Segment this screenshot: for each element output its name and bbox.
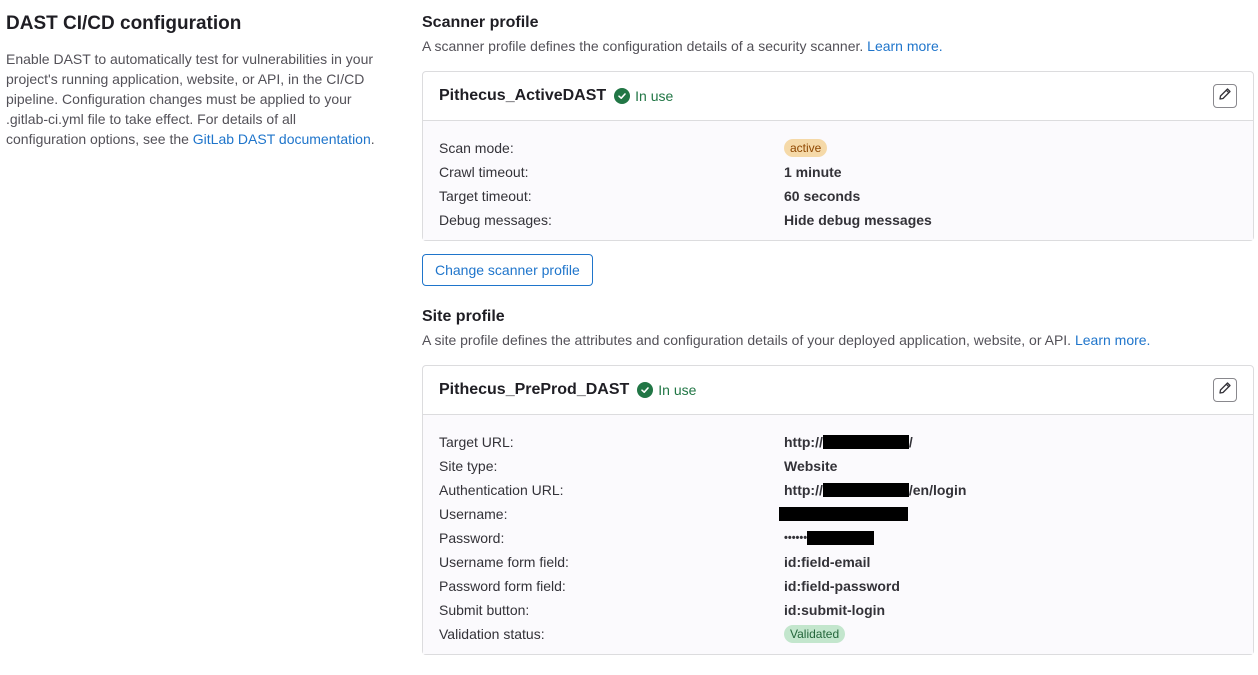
target-url-prefix: http:// <box>784 434 823 450</box>
scanner-desc-text: A scanner profile defines the configurat… <box>422 38 868 54</box>
check-circle-icon <box>637 382 654 398</box>
debug-messages-row: Debug messages: Hide debug messages <box>439 208 1237 232</box>
scanner-profile-description: A scanner profile defines the configurat… <box>422 36 1254 56</box>
target-timeout-row: Target timeout: 60 seconds <box>439 184 1237 208</box>
page-description: Enable DAST to automatically test for vu… <box>6 49 376 149</box>
submit-button-label: Submit button: <box>439 602 530 618</box>
password-form-field-row: Password form field: id:field-password <box>439 574 1237 598</box>
password-label: Password: <box>439 530 505 546</box>
profiles-column: Scanner profile A scanner profile define… <box>422 12 1254 655</box>
redacted-block <box>822 483 909 497</box>
username-form-field-value: id:field-email <box>784 554 871 570</box>
site-profile-name: Pithecus_PreProd_DAST <box>439 381 630 398</box>
site-learn-more-link[interactable]: Learn more. <box>1075 332 1150 348</box>
scanner-card-header: Pithecus_ActiveDAST In use <box>423 72 1253 121</box>
submit-button-value: id:submit-login <box>784 602 886 618</box>
validation-status-label: Validation status: <box>439 626 545 642</box>
edit-scanner-profile-button[interactable] <box>1213 84 1237 108</box>
validation-status-row: Validation status: Validated <box>439 622 1237 646</box>
site-in-use-status: In use <box>637 382 696 398</box>
submit-button-row: Submit button: id:submit-login <box>439 598 1237 622</box>
scan-mode-badge: active <box>784 139 828 157</box>
debug-messages-value: Hide debug messages <box>784 212 932 228</box>
validated-badge: Validated <box>784 625 846 643</box>
auth-url-suffix: /en/login <box>908 482 967 498</box>
crawl-timeout-label: Crawl timeout: <box>439 164 529 180</box>
site-type-value: Website <box>784 458 838 474</box>
edit-site-profile-button[interactable] <box>1213 378 1237 402</box>
scanner-profile-name: Pithecus_ActiveDAST <box>439 87 607 104</box>
scanner-learn-more-link[interactable]: Learn more. <box>867 38 942 54</box>
site-profile-description: A site profile defines the attributes an… <box>422 330 1254 350</box>
target-url-suffix: / <box>908 434 913 450</box>
password-value: •••••• <box>784 531 875 545</box>
username-form-field-row: Username form field: id:field-email <box>439 550 1237 574</box>
in-use-label: In use <box>658 382 697 398</box>
site-type-label: Site type: <box>439 458 498 474</box>
target-url-value: http:// / <box>784 434 913 450</box>
debug-messages-label: Debug messages: <box>439 212 552 228</box>
redacted-block <box>779 507 908 521</box>
username-row: Username: <box>439 502 1237 526</box>
gitlab-dast-docs-link[interactable]: GitLab DAST documentation <box>193 131 371 147</box>
redacted-block <box>822 435 909 449</box>
check-circle-icon <box>614 88 631 104</box>
scan-mode-label: Scan mode: <box>439 140 514 156</box>
auth-url-row: Authentication URL: http:// /en/login <box>439 478 1237 502</box>
crawl-timeout-row: Crawl timeout: 1 minute <box>439 160 1237 184</box>
target-timeout-label: Target timeout: <box>439 188 532 204</box>
site-type-row: Site type: Website <box>439 454 1237 478</box>
password-form-field-label: Password form field: <box>439 578 566 594</box>
scanner-card-body: Scan mode: active Crawl timeout: 1 minut… <box>423 121 1253 240</box>
username-form-field-label: Username form field: <box>439 554 569 570</box>
password-row: Password: •••••• <box>439 526 1237 550</box>
username-label: Username: <box>439 506 508 522</box>
crawl-timeout-value: 1 minute <box>784 164 842 180</box>
site-desc-text: A site profile defines the attributes an… <box>422 332 1075 348</box>
in-use-label: In use <box>635 88 674 104</box>
site-card-header: Pithecus_PreProd_DAST In use <box>423 366 1253 415</box>
scanner-in-use-status: In use <box>614 88 673 104</box>
auth-url-value: http:// /en/login <box>784 482 966 498</box>
scanner-profile-heading: Scanner profile <box>422 14 539 31</box>
target-url-label: Target URL: <box>439 434 514 450</box>
password-dots: •••••• <box>784 532 808 544</box>
password-form-field-value: id:field-password <box>784 578 900 594</box>
target-url-row: Target URL: http:// / <box>439 430 1237 454</box>
target-timeout-value: 60 seconds <box>784 188 861 204</box>
page-title: DAST CI/CD configuration <box>6 13 242 34</box>
pencil-icon <box>1218 87 1232 106</box>
change-scanner-profile-button[interactable]: Change scanner profile <box>422 254 593 286</box>
auth-url-label: Authentication URL: <box>439 482 564 498</box>
site-profile-heading: Site profile <box>422 308 505 325</box>
scanner-profile-card: Pithecus_ActiveDAST In use Scan mode: ac… <box>422 71 1254 241</box>
redacted-block <box>807 531 875 545</box>
pencil-icon <box>1218 381 1232 400</box>
site-card-body: Target URL: http:/// Site type: Website … <box>423 415 1253 654</box>
auth-url-prefix: http:// <box>784 482 823 498</box>
dast-config-intro: DAST CI/CD configuration Enable DAST to … <box>6 12 376 149</box>
description-end: . <box>370 131 375 147</box>
username-value <box>779 507 908 521</box>
site-profile-card: Pithecus_PreProd_DAST In use Target URL:… <box>422 365 1254 655</box>
scan-mode-row: Scan mode: active <box>439 136 1237 160</box>
